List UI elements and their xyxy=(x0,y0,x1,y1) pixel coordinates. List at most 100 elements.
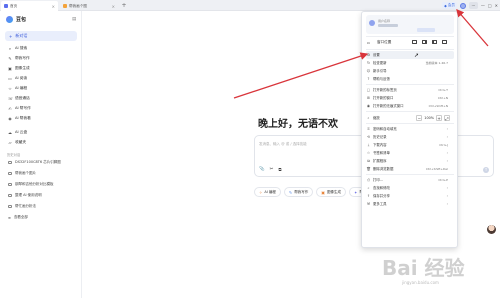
sidebar-item-help-write[interactable]: ✍ AI 帮写作 xyxy=(5,104,77,113)
user-avatar[interactable] xyxy=(459,2,466,9)
tab-draw[interactable]: 帮我画个图 × xyxy=(60,1,118,11)
history-item[interactable]: 整理 AI 使用说明 xyxy=(5,191,77,200)
shortcut-text: Ctrl+J xyxy=(439,142,448,147)
chip-ai-coding[interactable]: ✧ AI 编程 xyxy=(254,187,281,197)
chevron-right-icon: › xyxy=(446,134,448,139)
profile-name: 用户名称 xyxy=(378,19,391,23)
gear-icon: ⚙ xyxy=(366,52,371,57)
menu-item-guide[interactable]: ☺ 新手引导 xyxy=(366,67,454,75)
new-tab-button[interactable]: + xyxy=(120,1,128,10)
pen-icon: ✎ xyxy=(288,189,293,195)
chevron-right-icon: › xyxy=(446,193,448,198)
history-item[interactable]: DS32F100C8T6 芯片引脚图 xyxy=(5,158,77,167)
close-icon[interactable]: × xyxy=(112,4,115,9)
menu-item-clear-data[interactable]: 🗑 删除浏览数据 Ctrl+Shift+Del xyxy=(366,165,454,173)
attach-icon[interactable]: 📎 xyxy=(259,167,265,173)
menu-item-bookmarks[interactable]: ☆ 书签和清单 › xyxy=(366,149,454,157)
logo-icon xyxy=(6,16,13,23)
brand-name: 豆包 xyxy=(16,17,27,23)
eye-icon: ◉ xyxy=(8,115,12,121)
nav-label: 图像生成 xyxy=(15,66,30,70)
sidebar-item-coding[interactable]: ‹› AI 编程 xyxy=(5,84,77,93)
assistant-avatar[interactable] xyxy=(487,225,496,234)
menu-label: 历史记录 xyxy=(373,135,387,140)
menu-item-history[interactable]: ⟲ 历史记录 › xyxy=(366,133,454,141)
chip-image-gen[interactable]: ▣ 图像生成 xyxy=(316,187,347,197)
menu-item-new-window[interactable]: ⊞ 打开新的窗口 Ctrl+N xyxy=(366,94,454,102)
nav-label: AI 阅读 xyxy=(15,76,28,80)
sidebar-item-search[interactable]: ⌕ AI 搜索 xyxy=(5,44,77,53)
layout-full-icon[interactable] xyxy=(442,40,447,44)
fullscreen-icon[interactable]: ⤢ xyxy=(444,114,450,121)
menu-item-settings[interactable]: ⚙ 设置 xyxy=(366,51,454,59)
scissors-icon[interactable]: ✂ xyxy=(270,167,274,173)
menu-item-find[interactable]: ⌕ 查找和修改 › xyxy=(366,184,454,192)
history-label: 钢琴和吉他分析对比模板 xyxy=(15,182,54,186)
zoom-out-button[interactable]: − xyxy=(416,114,423,121)
screenshot-icon[interactable]: ⧉ xyxy=(278,167,281,173)
menu-item-share[interactable]: ⇪ 保存并分享 › xyxy=(366,192,454,200)
menu-label: 打印... xyxy=(373,178,384,183)
minimize-icon[interactable]: — xyxy=(481,3,485,8)
nav-label: AI 搜索 xyxy=(15,46,28,50)
view-all-history[interactable]: ≡ 查看全部 xyxy=(5,213,77,222)
menu-label: 打开新的窗口 xyxy=(373,96,394,101)
pen-icon: ✎ xyxy=(8,55,12,61)
nav-label: AI 云盘 xyxy=(15,130,28,134)
vip-button[interactable]: ◆ 会员 xyxy=(442,2,457,9)
zoom-in-button[interactable]: + xyxy=(436,114,442,121)
sidebar-item-look[interactable]: ◉ AI 帮我看 xyxy=(5,114,77,123)
layout-right-icon[interactable] xyxy=(422,40,427,44)
window-close-icon[interactable]: ✕ xyxy=(495,3,498,8)
menu-label: 删除浏览数据 xyxy=(373,167,394,172)
layout-split-icon[interactable] xyxy=(432,40,437,44)
tab-label: 帮我画个图 xyxy=(69,3,87,8)
profile-action-button[interactable] xyxy=(417,28,435,32)
menu-item-extensions[interactable]: ⧉ 扩展程序 › xyxy=(366,157,454,165)
sidebar-item-call[interactable]: ☏ 语音通话 xyxy=(5,94,77,103)
tab-label: 首页 xyxy=(10,3,18,8)
sidebar-item-writing[interactable]: ✎ 帮我写作 xyxy=(5,54,77,63)
history-item[interactable]: 钢琴和吉他分析对比模板 xyxy=(5,180,77,189)
chip-writing[interactable]: ✎ 帮我写作 xyxy=(283,187,314,197)
history-item[interactable]: 帮忙画分析法 xyxy=(5,202,77,211)
version-text: 当前版本 1.46.7 xyxy=(425,60,449,65)
divider xyxy=(366,84,454,85)
menu-label: 检查更新 xyxy=(373,61,387,66)
menu-item-more-tools[interactable]: ⚒ 更多工具 › xyxy=(366,200,454,208)
history-item[interactable]: 帮我画个图片 xyxy=(5,169,77,178)
menu-item-print[interactable]: ⎙ 打印... Ctrl+P xyxy=(366,176,454,184)
sidebar-item-image[interactable]: ▣ 图像生成 xyxy=(5,64,77,73)
layout-left-icon[interactable] xyxy=(412,40,417,44)
profile-status-bar xyxy=(378,24,398,27)
more-menu-button[interactable]: ··· xyxy=(468,2,478,9)
divider xyxy=(366,36,454,37)
sidebar-item-favorites[interactable]: ▱ 收藏夹 xyxy=(5,138,77,147)
profile-card[interactable]: 用户名称 xyxy=(366,15,454,34)
history-heading: 历史对话 xyxy=(7,153,21,157)
sidebar-item-reading[interactable]: ▭ AI 阅读 xyxy=(5,74,77,83)
menu-item-passwords[interactable]: ⚿ 密码和自动填充 › xyxy=(366,125,454,133)
nav-label: AI 编程 xyxy=(15,86,28,90)
menu-item-help[interactable]: ? 帮助与反馈 xyxy=(366,75,454,83)
menu-item-new-tab[interactable]: ▢ 打开新的标签页 Ctrl+T xyxy=(366,86,454,94)
menu-item-update[interactable]: ↻ 检查更新 当前版本 1.46.7 xyxy=(366,59,454,67)
window-layout-row: ▭ 窗口位置 xyxy=(366,38,454,47)
maximize-icon[interactable]: □ xyxy=(488,3,492,8)
sidebar-item-cloud[interactable]: ☁ AI 云盘 xyxy=(5,128,77,137)
menu-item-downloads[interactable]: ⤓ 下载内容 Ctrl+J xyxy=(366,141,454,149)
image-icon: ▣ xyxy=(8,65,12,71)
chat-bubble-icon xyxy=(8,172,12,175)
book-icon: ▭ xyxy=(8,75,12,81)
nav-label: 收藏夹 xyxy=(15,140,27,144)
send-button[interactable]: ↑ xyxy=(483,167,489,173)
menu-item-incognito[interactable]: ◉ 打开新的无痕式窗口 Ctrl+Shift+N xyxy=(366,102,454,110)
sidebar-toggle-icon[interactable]: ▤ xyxy=(72,17,76,22)
chevron-right-icon: › xyxy=(446,201,448,206)
menu-label: 新手引导 xyxy=(373,69,387,74)
chevron-right-icon: › xyxy=(446,126,448,131)
close-icon[interactable]: × xyxy=(52,4,55,9)
tab-home[interactable]: 首页 × xyxy=(1,1,58,11)
history-label: 帮我画个图片 xyxy=(15,171,36,175)
new-chat-button[interactable]: + 新对话 xyxy=(5,31,77,41)
